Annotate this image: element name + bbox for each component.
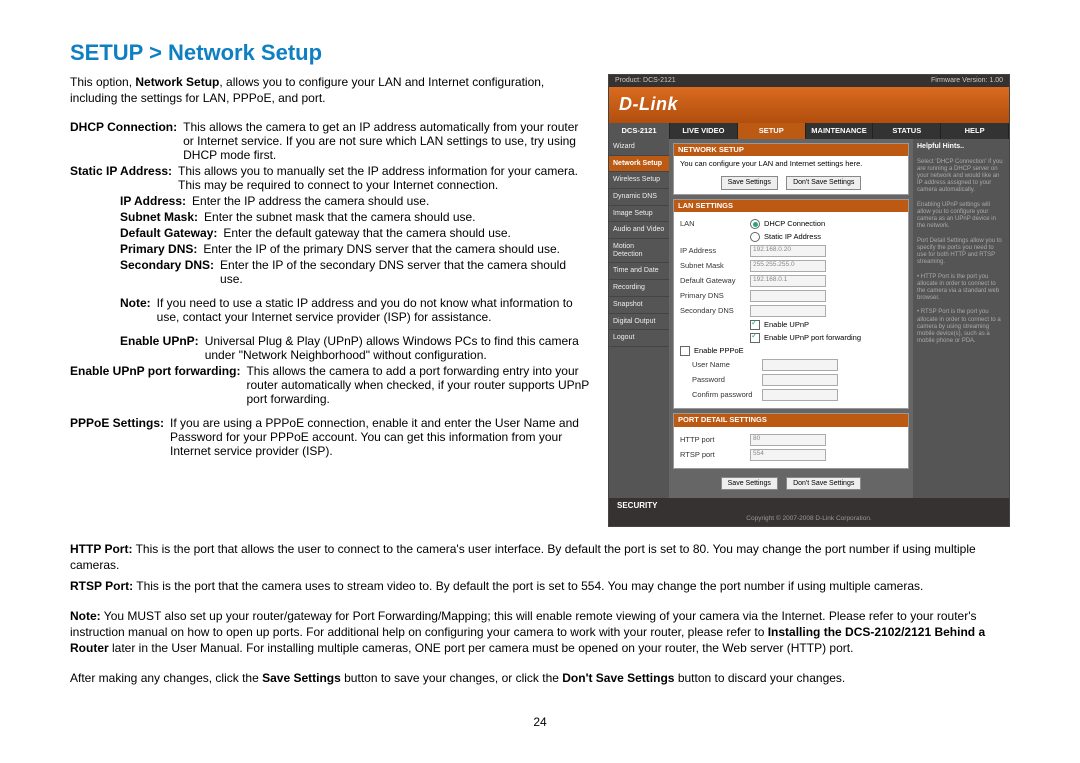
static-ip-label: Static IP Address:	[70, 164, 178, 192]
side-nav: Wizard Network Setup Wireless Setup Dyna…	[609, 139, 669, 498]
password-field[interactable]	[762, 374, 838, 386]
http-port-field[interactable]: 80	[750, 434, 826, 446]
side-wireless[interactable]: Wireless Setup	[609, 172, 669, 189]
save-settings-button-bottom[interactable]: Save Settings	[721, 477, 778, 491]
tab-status[interactable]: STATUS	[873, 123, 941, 139]
upnp-checkbox[interactable]	[750, 320, 760, 330]
side-motion[interactable]: Motion Detection	[609, 239, 669, 263]
pppoe-checkbox[interactable]	[680, 346, 690, 356]
panel-lan-header: LAN SETTINGS	[674, 200, 908, 212]
pdns-label: Primary DNS:	[120, 242, 203, 256]
upnp-label: Enable UPnP:	[120, 334, 205, 362]
ip-label: IP Address:	[120, 194, 192, 208]
panel-network-setup-header: NETWORK SETUP	[674, 144, 908, 156]
mask-field[interactable]: 255.255.255.0	[750, 260, 826, 272]
panel-network-setup-body: You can configure your LAN and Internet …	[674, 156, 908, 172]
rtsp-port-label: RTSP Port:	[70, 579, 133, 593]
sdns-field[interactable]	[750, 305, 826, 317]
intro-paragraph: This option, Network Setup, allows you t…	[70, 74, 590, 106]
note2-label: Note:	[70, 609, 101, 623]
page-number: 24	[70, 715, 1010, 729]
dont-save-settings-button-bottom[interactable]: Don't Save Settings	[786, 477, 861, 491]
side-ddns[interactable]: Dynamic DNS	[609, 189, 669, 206]
copyright: Copyright © 2007-2008 D-Link Corporation…	[613, 515, 1005, 522]
username-field[interactable]	[762, 359, 838, 371]
confirm-password-field[interactable]	[762, 389, 838, 401]
save-settings-button[interactable]: Save Settings	[721, 176, 778, 190]
sdns-label: Secondary DNS:	[120, 258, 220, 286]
rtsp-port-field[interactable]: 554	[750, 449, 826, 461]
footer-security: SECURITY	[613, 502, 1005, 515]
side-recording[interactable]: Recording	[609, 280, 669, 297]
description-column: This option, Network Setup, allows you t…	[70, 74, 590, 460]
upnppf-label: Enable UPnP port forwarding:	[70, 364, 246, 406]
top-nav: DCS-2121 LIVE VIDEO SETUP MAINTENANCE ST…	[609, 123, 1009, 139]
tab-setup[interactable]: SETUP	[738, 123, 806, 139]
side-wizard[interactable]: Wizard	[609, 139, 669, 156]
page-title: SETUP > Network Setup	[70, 40, 1010, 66]
pdns-field[interactable]	[750, 290, 826, 302]
side-digital-out[interactable]: Digital Output	[609, 314, 669, 331]
upnppf-checkbox[interactable]	[750, 333, 760, 343]
product-label: Product: DCS-2121	[615, 77, 676, 85]
side-network-setup[interactable]: Network Setup	[609, 156, 669, 173]
firmware-label: Firmware Version: 1.00	[931, 77, 1003, 85]
panel-port-header: PORT DETAIL SETTINGS	[674, 414, 908, 426]
tab-live-video[interactable]: LIVE VIDEO	[670, 123, 738, 139]
router-ui-screenshot: Product: DCS-2121 Firmware Version: 1.00…	[608, 74, 1010, 527]
dhcp-radio[interactable]	[750, 219, 760, 229]
side-av[interactable]: Audio and Video	[609, 222, 669, 239]
mask-label: Subnet Mask:	[120, 210, 204, 224]
note-label: Note:	[120, 296, 157, 324]
side-image[interactable]: Image Setup	[609, 206, 669, 223]
side-logout[interactable]: Logout	[609, 330, 669, 347]
tab-maintenance[interactable]: MAINTENANCE	[806, 123, 874, 139]
tab-help[interactable]: HELP	[941, 123, 1009, 139]
gw-field[interactable]: 192.168.0.1	[750, 275, 826, 287]
gw-label: Default Gateway:	[120, 226, 223, 240]
side-time[interactable]: Time and Date	[609, 263, 669, 280]
ip-field[interactable]: 192.168.0.20	[750, 245, 826, 257]
brand-banner: D-Link	[609, 87, 1009, 123]
model-label: DCS-2121	[609, 123, 670, 139]
side-snapshot[interactable]: Snapshot	[609, 297, 669, 314]
help-panel: Helpful Hints.. Select 'DHCP Connection'…	[913, 139, 1009, 498]
pppoe-label: PPPoE Settings:	[70, 416, 170, 458]
http-port-label: HTTP Port:	[70, 542, 132, 556]
dhcp-label: DHCP Connection:	[70, 120, 183, 162]
static-radio[interactable]	[750, 232, 760, 242]
dont-save-settings-button[interactable]: Don't Save Settings	[786, 176, 861, 190]
